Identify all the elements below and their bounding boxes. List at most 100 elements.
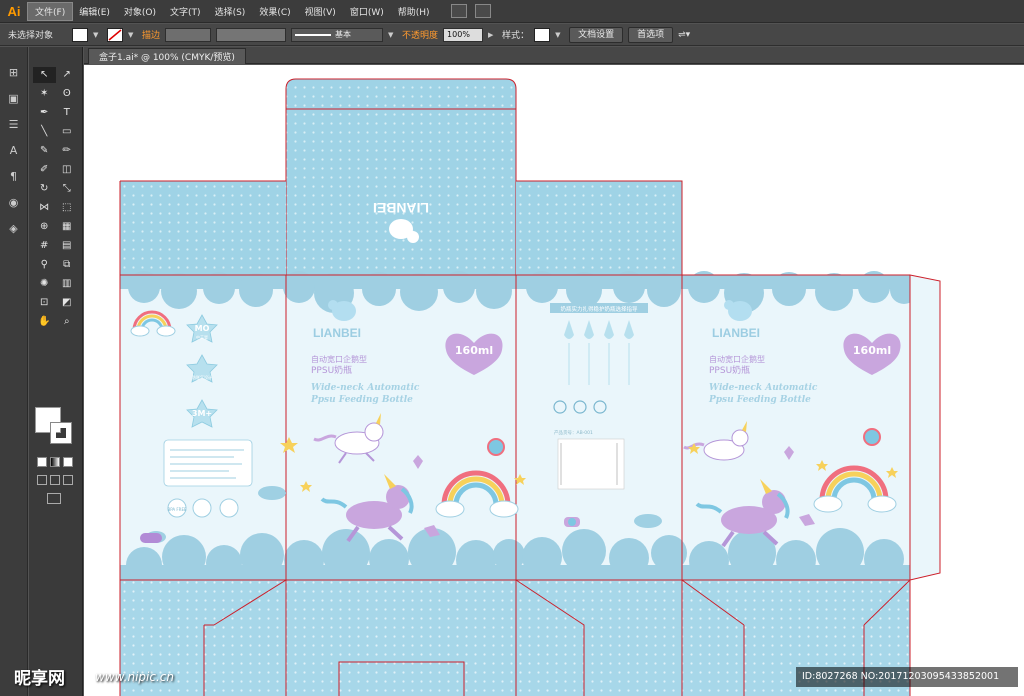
align-icon[interactable]: ☰ bbox=[5, 117, 23, 133]
draw-normal-icon[interactable] bbox=[37, 475, 47, 485]
rectangle-tool-icon[interactable]: ▭ bbox=[56, 124, 79, 140]
chevron-down-icon[interactable]: ▼ bbox=[128, 28, 137, 42]
layers-icon[interactable]: ◈ bbox=[5, 221, 23, 237]
line-tool-icon[interactable]: ╲ bbox=[33, 124, 56, 140]
bridge-icon[interactable] bbox=[450, 4, 467, 18]
paintbrush-tool-icon[interactable]: ✎ bbox=[33, 143, 56, 159]
width-tool-icon[interactable]: ⋈ bbox=[33, 200, 56, 216]
color-mode-buttons bbox=[37, 457, 73, 467]
transform-icon[interactable]: ▣ bbox=[5, 91, 23, 107]
align-menu-icon[interactable]: ⇌▾ bbox=[678, 30, 690, 40]
menu-effect[interactable]: 效果(C) bbox=[252, 3, 297, 20]
product-code: 产品货号：AB-001 bbox=[554, 429, 593, 436]
right-dust-flap bbox=[516, 181, 682, 275]
gradient-mode-icon[interactable] bbox=[50, 457, 60, 467]
badge-mo-caption: 中英婴 bbox=[196, 334, 208, 340]
menu-window[interactable]: 窗口(W) bbox=[343, 3, 391, 20]
symbol-sprayer-tool-icon[interactable]: ✺ bbox=[33, 276, 56, 292]
preferences-button[interactable]: 首选项 bbox=[628, 26, 674, 43]
color-controls bbox=[35, 407, 75, 444]
perspective-grid-tool-icon[interactable]: ▦ bbox=[56, 219, 79, 235]
none-mode-icon[interactable] bbox=[63, 457, 73, 467]
chevron-down-icon[interactable]: ▶ bbox=[488, 28, 497, 42]
pen-tool-icon[interactable]: ✒ bbox=[33, 105, 56, 121]
panel-dock: ⊞ ▣ ☰ A ¶ ◉ ◈ bbox=[0, 47, 28, 696]
menu-bar: Ai 文件(F) 编辑(E) 对象(O) 文字(T) 选择(S) 效果(C) 视… bbox=[0, 0, 1024, 23]
artboards-icon[interactable]: ⊞ bbox=[5, 65, 23, 81]
stroke-label[interactable]: 描边 bbox=[142, 28, 160, 41]
lasso-tool-icon[interactable]: ʘ bbox=[56, 86, 79, 102]
hand-tool-icon[interactable]: ✋ bbox=[33, 314, 56, 330]
product-subtitle-cn: PPSU奶瓶 bbox=[311, 364, 352, 376]
watermark-id: ID:8027268 NO:20171203095433852001 bbox=[796, 667, 1018, 687]
bottom-flaps bbox=[120, 580, 910, 696]
glue-flap bbox=[909, 274, 941, 581]
menu-type[interactable]: 文字(T) bbox=[163, 3, 208, 20]
draw-behind-icon[interactable] bbox=[50, 475, 60, 485]
menu-select[interactable]: 选择(S) bbox=[208, 3, 253, 20]
draw-inside-icon[interactable] bbox=[63, 475, 73, 485]
graphic-style-swatch[interactable] bbox=[534, 27, 551, 42]
pencil-tool-icon[interactable]: ✏ bbox=[56, 143, 79, 159]
shape-builder-tool-icon[interactable]: ⊕ bbox=[33, 219, 56, 235]
left-dust-flap bbox=[120, 181, 286, 275]
artboard-tool-icon[interactable]: ⊡ bbox=[33, 295, 56, 311]
back-subtitle-cn: PPSU奶瓶 bbox=[709, 364, 750, 376]
free-transform-tool-icon[interactable]: ⬚ bbox=[56, 200, 79, 216]
product-title-cn: 自动宽口企鹅型 bbox=[311, 354, 367, 364]
document-tab-bar: 盒子1.ai* @ 100% (CMYK/预览) bbox=[84, 47, 1024, 64]
badge-anticolic-caption: 防胀气设计 bbox=[192, 374, 212, 380]
menu-help[interactable]: 帮助(H) bbox=[391, 3, 437, 20]
scale-tool-icon[interactable]: ⤡ bbox=[56, 181, 79, 197]
chevron-down-icon[interactable]: ▼ bbox=[93, 28, 102, 42]
column-graph-tool-icon[interactable]: ▥ bbox=[56, 276, 79, 292]
menu-object[interactable]: 对象(O) bbox=[117, 3, 163, 20]
character-icon[interactable]: A bbox=[5, 143, 23, 159]
blob-brush-tool-icon[interactable]: ✐ bbox=[33, 162, 56, 178]
product-title-en-2: Ppsu Feeding Bottle bbox=[310, 395, 413, 405]
back-brand: LIANBEI bbox=[712, 326, 760, 340]
zoom-tool-icon[interactable]: ⌕ bbox=[56, 314, 79, 330]
menu-view[interactable]: 视图(V) bbox=[298, 3, 343, 20]
chevron-down-icon[interactable]: ▼ bbox=[388, 28, 397, 42]
appearance-icon[interactable]: ◉ bbox=[5, 195, 23, 211]
document-tab[interactable]: 盒子1.ai* @ 100% (CMYK/预览) bbox=[88, 48, 246, 64]
stroke-weight-field[interactable] bbox=[165, 27, 212, 42]
fill-swatch[interactable] bbox=[72, 27, 89, 42]
arrange-documents-icon[interactable] bbox=[474, 4, 491, 18]
eyedropper-tool-icon[interactable]: ⚲ bbox=[33, 257, 56, 273]
document-setup-button[interactable]: 文档设置 bbox=[569, 26, 624, 43]
menu-edit[interactable]: 编辑(E) bbox=[72, 3, 117, 20]
gradient-tool-icon[interactable]: ▤ bbox=[56, 238, 79, 254]
stroke-style-select[interactable]: 基本 bbox=[291, 27, 384, 42]
mesh-tool-icon[interactable]: # bbox=[33, 238, 56, 254]
product-title-en-1: Wide-neck Automatic bbox=[311, 383, 420, 393]
magic-wand-tool-icon[interactable]: ✶ bbox=[33, 86, 56, 102]
opacity-field[interactable]: 100% bbox=[443, 27, 484, 42]
blend-tool-icon[interactable]: ⧉ bbox=[56, 257, 79, 273]
selection-tool-icon[interactable]: ↖ bbox=[33, 67, 56, 83]
back-title-en-2: Ppsu Feeding Bottle bbox=[708, 395, 811, 405]
screen-mode-icon[interactable] bbox=[47, 493, 61, 504]
chevron-down-icon[interactable]: ▼ bbox=[555, 28, 564, 42]
paragraph-icon[interactable]: ¶ bbox=[5, 169, 23, 185]
direct-selection-tool-icon[interactable]: ↗ bbox=[56, 67, 79, 83]
color-mode-icon[interactable] bbox=[37, 457, 47, 467]
slice-tool-icon[interactable]: ◩ bbox=[56, 295, 79, 311]
rotate-tool-icon[interactable]: ↻ bbox=[33, 181, 56, 197]
brand-text: LIANBEI bbox=[373, 200, 429, 216]
draw-mode-buttons bbox=[37, 475, 73, 485]
type-tool-icon[interactable]: T bbox=[56, 105, 79, 121]
capacity-badge: 160ml bbox=[455, 344, 493, 357]
opacity-label[interactable]: 不透明度 bbox=[402, 28, 438, 41]
stroke-color-box[interactable] bbox=[50, 422, 72, 444]
control-bar: 未选择对象 ▼ ▼ 描边 基本 ▼ 不透明度 100% ▶ 样式： ▼ 文档设置… bbox=[0, 24, 1024, 46]
candy-icon bbox=[487, 438, 505, 456]
stroke-swatch[interactable] bbox=[107, 27, 124, 42]
eraser-tool-icon[interactable]: ◫ bbox=[56, 162, 79, 178]
badge-3m: 3M+ bbox=[192, 409, 212, 418]
artboard-canvas[interactable]: LIANBEI MO 中英婴 防胀气设计 3M+ BPA FREE LIANBE… bbox=[84, 65, 1024, 696]
menu-file[interactable]: 文件(F) bbox=[26, 1, 74, 21]
variable-width-field[interactable] bbox=[216, 27, 287, 42]
front-brand: LIANBEI bbox=[313, 326, 361, 340]
